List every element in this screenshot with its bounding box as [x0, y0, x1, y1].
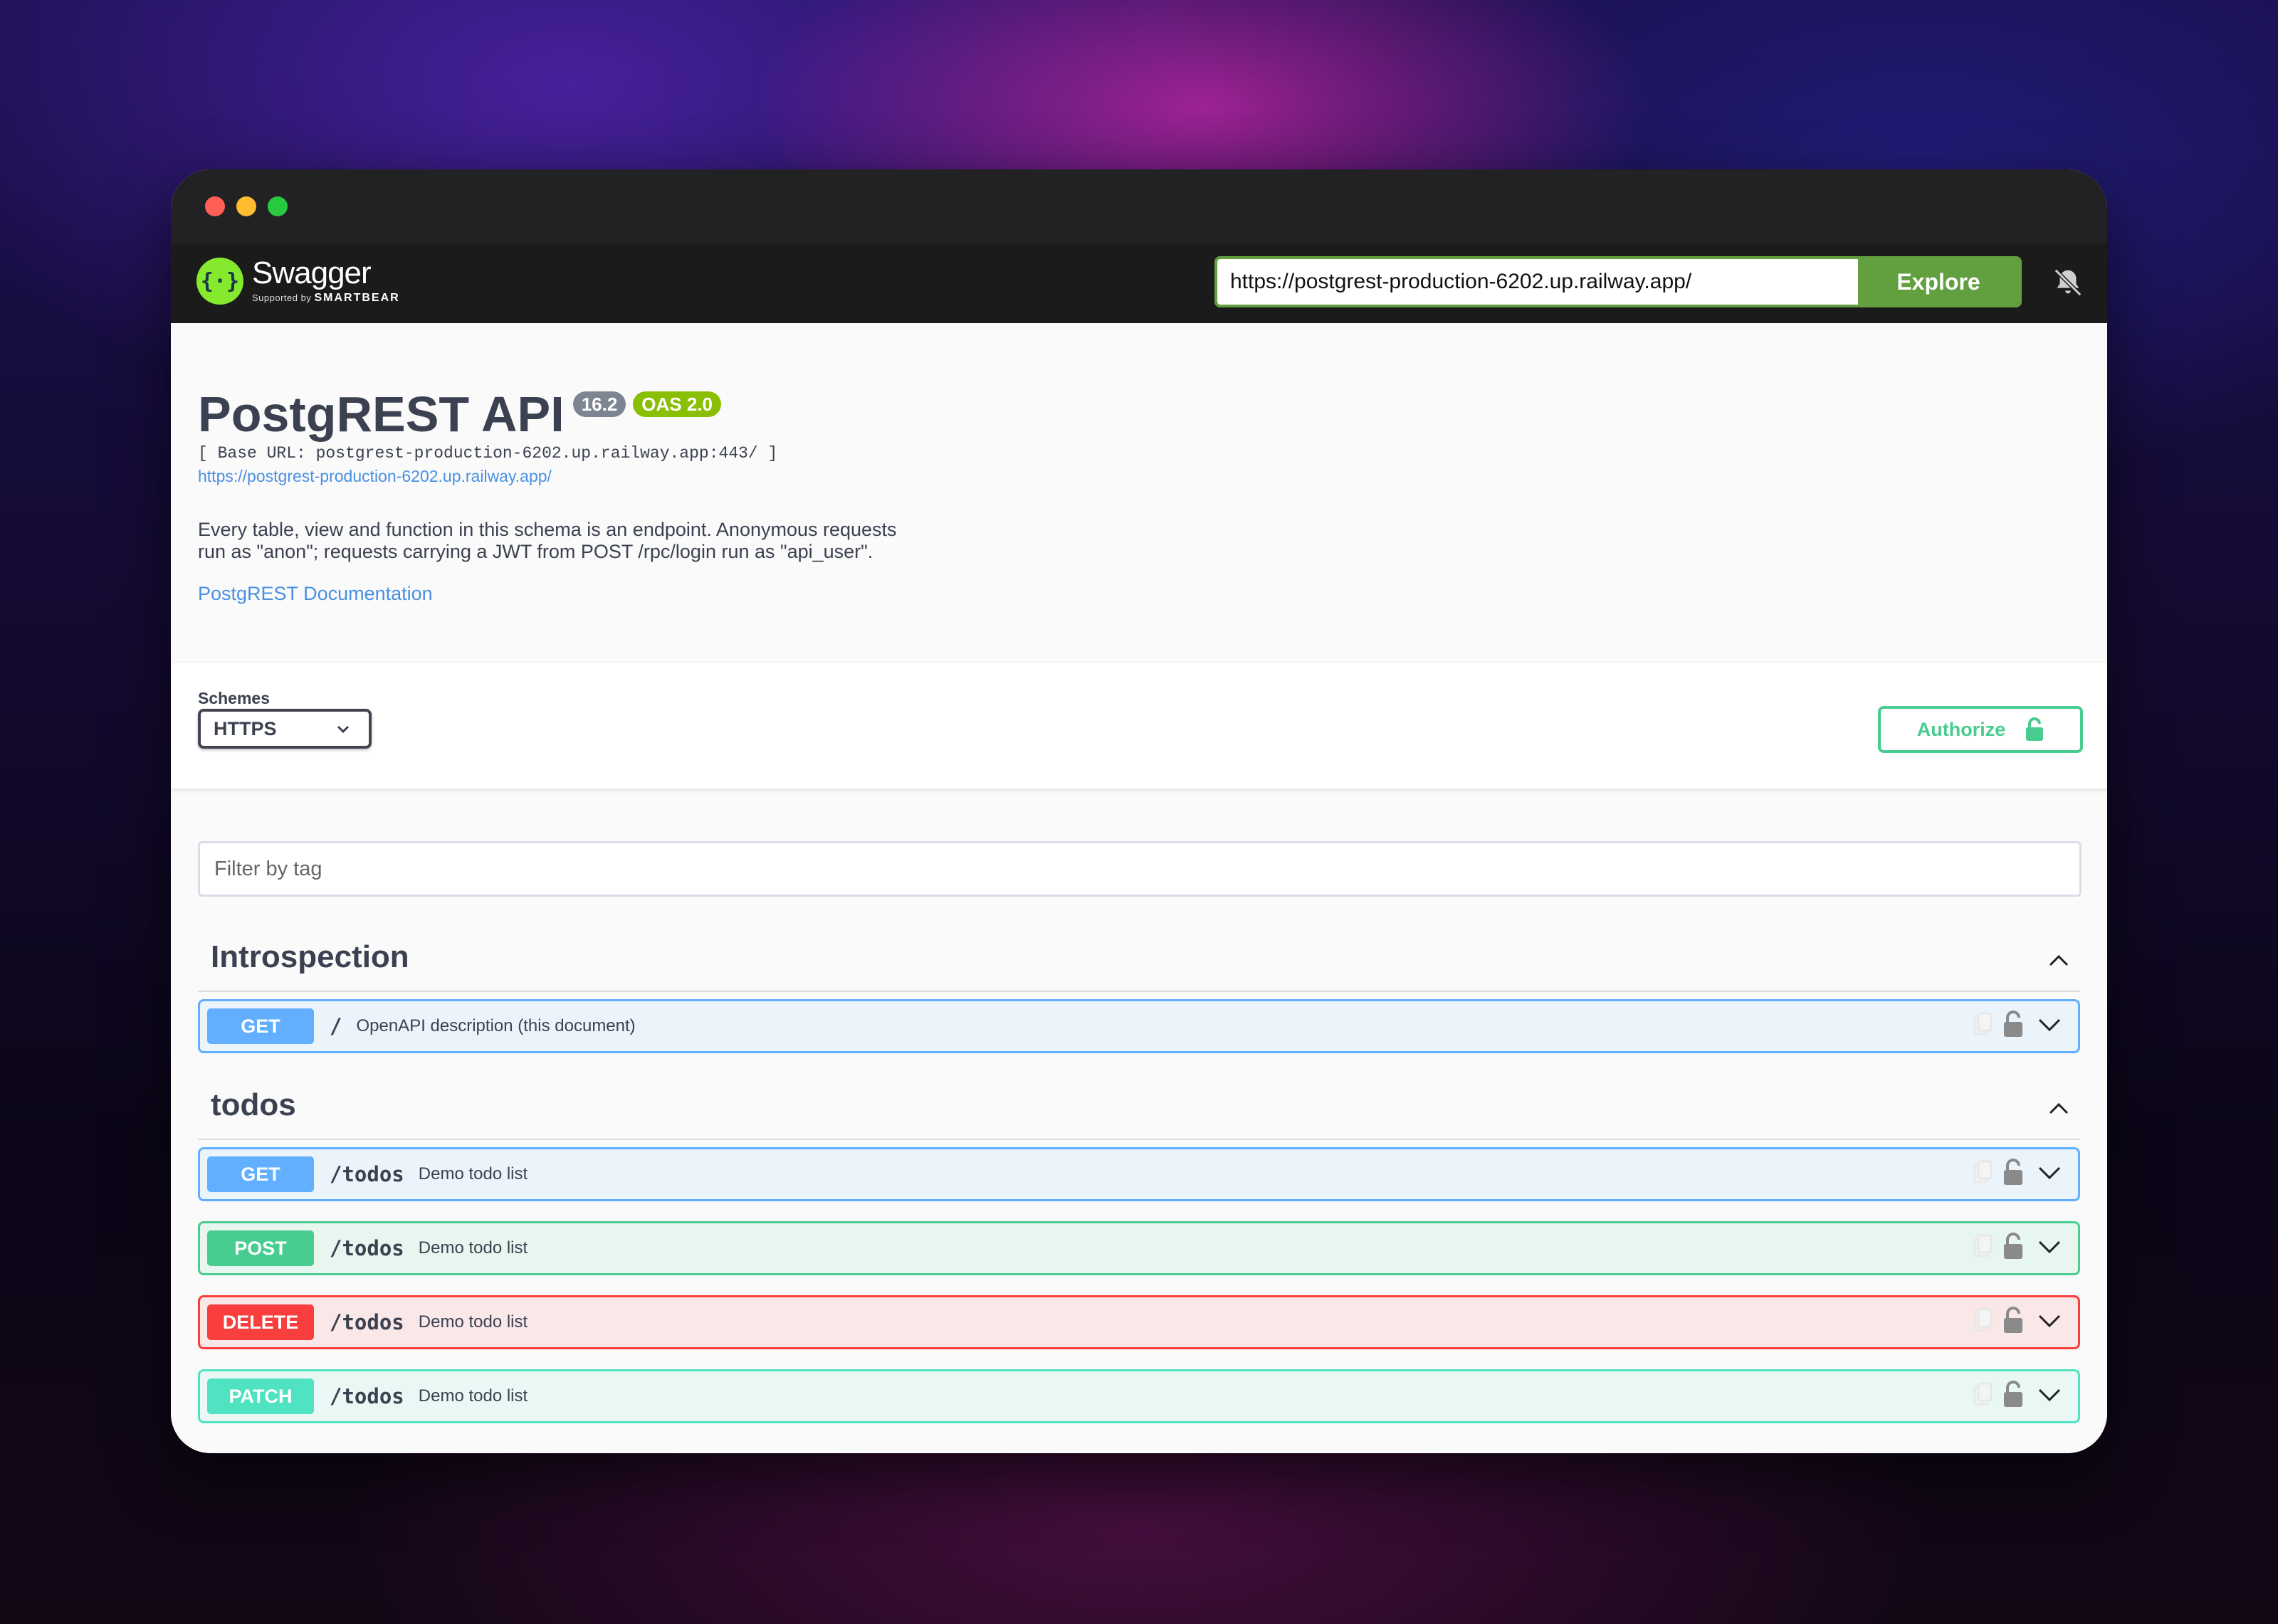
operation-summary: Demo todo list	[418, 1386, 528, 1406]
authorize-label: Authorize	[1916, 718, 2006, 740]
swagger-logo[interactable]: {·} Swagger Supported by SMARTBEAR	[196, 258, 400, 305]
method-badge: DELETE	[207, 1304, 314, 1340]
chevron-down-icon[interactable]	[2035, 1158, 2064, 1186]
tag-header-introspection[interactable]: Introspection	[198, 932, 2080, 992]
chevron-down-icon[interactable]	[2035, 1306, 2064, 1334]
tag-name: Introspection	[211, 939, 409, 974]
schemes-label: Schemes	[198, 689, 271, 707]
api-description: Every table, view and function in this s…	[198, 519, 897, 562]
lock-icon	[2026, 717, 2044, 741]
operation-summary: OpenAPI description (this document)	[356, 1016, 636, 1035]
copy-icon[interactable]	[1973, 1159, 1993, 1185]
spec-url-input[interactable]: https://postgrest-production-6202.up.rai…	[1217, 259, 1858, 305]
copy-icon[interactable]	[1973, 1233, 1993, 1259]
documentation-link[interactable]: PostgREST Documentation	[198, 583, 2080, 605]
lock-icon[interactable]	[2003, 1232, 2024, 1260]
base-url: [ Base URL: postgrest-production-6202.up…	[198, 444, 778, 463]
lock-icon[interactable]	[2003, 1010, 2024, 1038]
page-title: PostgREST API	[198, 386, 565, 442]
schemes-select[interactable]: HTTPS	[198, 709, 372, 749]
copy-icon[interactable]	[1973, 1011, 1993, 1037]
method-badge: GET	[207, 1156, 314, 1192]
operation-get-todos[interactable]: GET /todos Demo todo list	[198, 1147, 2080, 1201]
chevron-up-icon	[2049, 1102, 2069, 1114]
close-window-button[interactable]	[205, 196, 225, 216]
logo-subtitle: Supported by SMARTBEAR	[252, 292, 400, 304]
tag-header-todos[interactable]: todos	[198, 1080, 2080, 1140]
window-titlebar	[171, 169, 2107, 243]
browser-window: {·} Swagger Supported by SMARTBEAR https…	[171, 169, 2107, 1453]
maximize-window-button[interactable]	[268, 196, 288, 216]
filter-by-tag-input[interactable]: Filter by tag	[198, 841, 2082, 897]
method-badge: POST	[207, 1230, 314, 1266]
version-badge: 16.2	[572, 391, 626, 417]
operation-path: /	[330, 1014, 342, 1038]
authorize-button[interactable]: Authorize	[1878, 706, 2083, 753]
minimize-window-button[interactable]	[236, 196, 256, 216]
operations-section: Filter by tag Introspection GET / OpenAP…	[171, 789, 2107, 1453]
operation-path: /todos	[330, 1236, 404, 1260]
explore-button[interactable]: Explore	[1858, 259, 2019, 305]
operation-path: /todos	[330, 1162, 404, 1186]
chevron-down-icon[interactable]	[2035, 1232, 2064, 1260]
spec-link[interactable]: https://postgrest-production-6202.up.rai…	[198, 467, 2080, 486]
chevron-down-icon[interactable]	[2035, 1010, 2064, 1038]
operation-patch-todos[interactable]: PATCH /todos Demo todo list	[198, 1369, 2080, 1423]
operation-summary: Demo todo list	[418, 1164, 528, 1183]
swagger-logo-icon: {·}	[196, 258, 243, 305]
method-badge: GET	[207, 1008, 314, 1044]
schemes-selected-value: HTTPS	[214, 718, 277, 739]
spec-url-form: https://postgrest-production-6202.up.rai…	[1214, 256, 2022, 307]
scheme-container: Schemes HTTPS Authorize	[171, 663, 2107, 789]
oas-badge: OAS 2.0	[633, 391, 722, 417]
lock-icon[interactable]	[2003, 1158, 2024, 1186]
operation-get-root[interactable]: GET / OpenAPI description (this document…	[198, 999, 2080, 1053]
method-badge: PATCH	[207, 1378, 314, 1414]
lock-icon[interactable]	[2003, 1306, 2024, 1334]
operation-summary: Demo todo list	[418, 1312, 528, 1332]
copy-icon[interactable]	[1973, 1381, 1993, 1407]
bell-off-icon[interactable]	[2052, 266, 2084, 299]
operation-path: /todos	[330, 1310, 404, 1334]
operation-post-todos[interactable]: POST /todos Demo todo list	[198, 1221, 2080, 1275]
operation-path: /todos	[330, 1384, 404, 1408]
swagger-topbar: {·} Swagger Supported by SMARTBEAR https…	[171, 243, 2107, 323]
chevron-down-icon[interactable]	[2035, 1380, 2064, 1408]
lock-icon[interactable]	[2003, 1380, 2024, 1408]
operation-summary: Demo todo list	[418, 1238, 528, 1257]
chevron-down-icon	[337, 725, 350, 734]
operation-delete-todos[interactable]: DELETE /todos Demo todo list	[198, 1295, 2080, 1349]
logo-name: Swagger	[252, 255, 372, 290]
api-info: PostgREST API 16.2 OAS 2.0 [ Base URL: p…	[171, 323, 2107, 663]
chevron-up-icon	[2049, 954, 2069, 966]
copy-icon[interactable]	[1973, 1307, 1993, 1333]
tag-name: todos	[211, 1087, 296, 1122]
